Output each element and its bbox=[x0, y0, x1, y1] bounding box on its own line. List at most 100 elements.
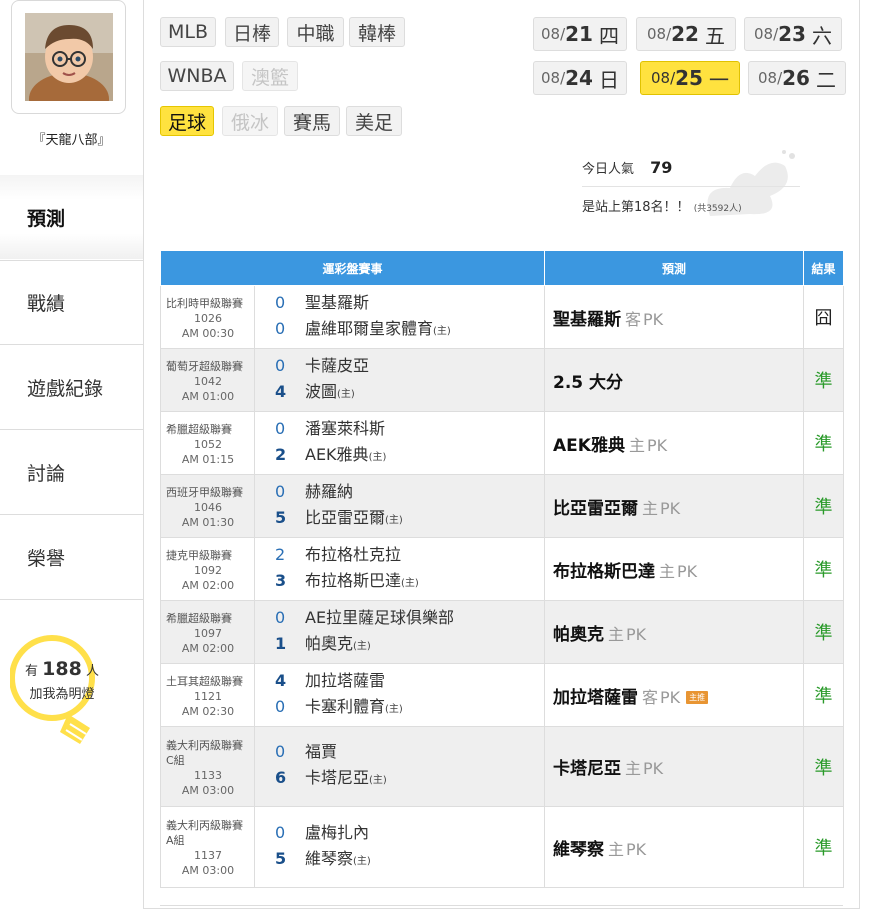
teams-cell: 0 赫羅納 5 比亞雷亞爾(主) bbox=[253, 474, 546, 538]
match-code: 1097 bbox=[194, 626, 222, 640]
home-mark: (主) bbox=[353, 855, 371, 867]
home-team[interactable]: AEK雅典 bbox=[305, 445, 369, 464]
date-tab[interactable]: 08/24 日 bbox=[533, 61, 627, 95]
nav-discussion[interactable]: 討論 bbox=[0, 431, 143, 515]
main-panel: MLB 日棒 中職 韓棒 WNBA 澳籃 足球 俄冰 賽馬 美足 08/21 四 … bbox=[143, 0, 860, 909]
date-tab[interactable]: 08/21 四 bbox=[533, 17, 627, 51]
home-team[interactable]: 比亞雷亞爾 bbox=[305, 508, 385, 527]
prediction-pick: 2.5 大分 bbox=[553, 372, 624, 393]
away-team[interactable]: 福賈 bbox=[305, 742, 337, 761]
result-cell: 準 bbox=[803, 600, 845, 664]
sport-tab-nfl[interactable]: 美足 bbox=[346, 106, 402, 136]
match-time: AM 01:00 bbox=[181, 389, 235, 403]
date-day: 23 bbox=[778, 22, 806, 46]
date-tab[interactable]: 08/23 六 bbox=[744, 17, 842, 51]
prediction-cell: 聖基羅斯客 PK bbox=[544, 285, 805, 349]
home-team[interactable]: 卡塔尼亞 bbox=[305, 768, 369, 787]
table-row[interactable]: 義大利丙級聯賽 A組 1137 AM 03:00 0 盧梅扎內 5 維琴察(主) 維琴察主 PK… bbox=[160, 806, 845, 888]
match-time: AM 02:00 bbox=[181, 578, 235, 592]
lamp-count-value: 188 bbox=[42, 658, 82, 680]
away-score: 2 bbox=[275, 544, 286, 564]
prediction-cell: AEK雅典主 PK bbox=[544, 411, 805, 475]
prediction-side: 客 bbox=[642, 687, 659, 707]
result-cell: 準 bbox=[803, 726, 845, 807]
prediction-side: 主 bbox=[608, 839, 625, 859]
date-tab[interactable]: 08/26 二 bbox=[748, 61, 846, 95]
result-cell: 準 bbox=[803, 411, 845, 475]
home-team[interactable]: 盧維耶爾皇家體育 bbox=[305, 319, 433, 338]
table-row[interactable]: 西班牙甲級聯賽 1046 AM 01:30 0 赫羅納 5 比亞雷亞爾(主) 比亞雷亞爾主 PK… bbox=[160, 474, 845, 538]
away-team[interactable]: 卡薩皮亞 bbox=[305, 356, 369, 375]
prediction-side: 主 bbox=[628, 435, 645, 455]
sport-tab-horse[interactable]: 賽馬 bbox=[284, 106, 340, 136]
home-team[interactable]: 卡塞利體育 bbox=[305, 697, 385, 716]
lamp-follow-button[interactable]: 有 188 人 加我為明燈 bbox=[9, 632, 105, 752]
rank-text: 是站上第18名！！ bbox=[582, 200, 690, 215]
sport-tab-khl: 俄冰 bbox=[222, 106, 278, 136]
teams-cell: 0 潘塞萊科斯 2 AEK雅典(主) bbox=[253, 411, 546, 475]
result-cell: 準 bbox=[803, 474, 845, 538]
nav-prediction[interactable]: 預測 bbox=[0, 175, 143, 259]
table-row[interactable]: 希臘超級聯賽 1097 AM 02:00 0 AE拉里薩足球俱樂部 1 帕奧克(主) 帕奧克主… bbox=[160, 600, 845, 664]
home-score: 0 bbox=[275, 696, 286, 716]
nav-game-history[interactable]: 遊戲紀錄 bbox=[0, 346, 143, 430]
home-line: 5 維琴察(主) bbox=[275, 846, 540, 875]
sport-tab-kbo[interactable]: 韓棒 bbox=[349, 17, 405, 47]
away-team[interactable]: 聖基羅斯 bbox=[305, 293, 369, 312]
away-score: 0 bbox=[275, 292, 286, 312]
away-team[interactable]: 潘塞萊科斯 bbox=[305, 419, 385, 438]
match-time: AM 01:15 bbox=[181, 452, 235, 466]
table-row[interactable]: 捷克甲級聯賽 1092 AM 02:00 2 布拉格杜克拉 3 布拉格斯巴達(主) 布拉格斯巴… bbox=[160, 537, 845, 601]
league-name: 義大利丙級聯賽 A組 bbox=[166, 819, 243, 847]
home-team[interactable]: 布拉格斯巴達 bbox=[305, 571, 401, 590]
home-mark: (主) bbox=[337, 388, 355, 400]
home-mark: (主) bbox=[401, 577, 419, 589]
rank-row: 是站上第18名！！ (共3592人) bbox=[582, 196, 742, 215]
table-row[interactable]: 葡萄牙超級聯賽 1042 AM 01:00 0 卡薩皮亞 4 波圖(主) 2.5 大分 準 bbox=[160, 348, 845, 412]
home-team[interactable]: 波圖 bbox=[305, 382, 337, 401]
avatar-image bbox=[25, 13, 113, 101]
prediction-side: 主 bbox=[659, 561, 676, 581]
sport-tab-cpbl[interactable]: 中職 bbox=[287, 17, 344, 47]
prediction-pick: 比亞雷亞爾 bbox=[553, 498, 639, 519]
match-code: 1026 bbox=[194, 311, 222, 325]
table-row[interactable]: 比利時甲級聯賽 1026 AM 00:30 0 聖基羅斯 0 盧維耶爾皇家體育(主) 聖基羅斯… bbox=[160, 285, 845, 349]
prediction-cell: 維琴察主 PK bbox=[544, 806, 805, 888]
home-score: 5 bbox=[275, 507, 287, 527]
lamp-suffix: 人 bbox=[85, 664, 99, 679]
match-code: 1052 bbox=[194, 437, 222, 451]
match-info: 土耳其超級聯賽 1121 AM 02:30 bbox=[160, 663, 255, 727]
table-row[interactable]: 義大利丙級聯賽 C組 1133 AM 03:00 0 福賈 6 卡塔尼亞(主) 卡塔尼亞主 PK… bbox=[160, 726, 845, 807]
away-line: 0 聖基羅斯 bbox=[275, 290, 540, 316]
date-tab[interactable]: 08/22 五 bbox=[636, 17, 736, 51]
away-team[interactable]: 赫羅納 bbox=[305, 482, 353, 501]
home-mark: (主) bbox=[353, 640, 371, 652]
home-team[interactable]: 帕奧克 bbox=[305, 634, 353, 653]
sport-tab-mlb[interactable]: MLB bbox=[160, 17, 216, 47]
prediction-pick: AEK雅典 bbox=[553, 435, 625, 456]
away-team[interactable]: 盧梅扎內 bbox=[305, 823, 369, 842]
date-day: 25 bbox=[675, 66, 703, 90]
date-day: 24 bbox=[565, 66, 593, 90]
date-tab-selected[interactable]: 08/25 一 bbox=[640, 61, 740, 95]
teams-cell: 0 AE拉里薩足球俱樂部 1 帕奧克(主) bbox=[253, 600, 546, 664]
away-line: 0 潘塞萊科斯 bbox=[275, 416, 540, 442]
away-team[interactable]: AE拉里薩足球俱樂部 bbox=[305, 608, 454, 627]
nav-honor[interactable]: 榮譽 bbox=[0, 516, 143, 600]
away-team[interactable]: 加拉塔薩雷 bbox=[305, 671, 385, 690]
table-row[interactable]: 土耳其超級聯賽 1121 AM 02:30 4 加拉塔薩雷 0 卡塞利體育(主) 加拉塔薩雷客… bbox=[160, 663, 845, 727]
prediction-cell: 布拉格斯巴達主 PK bbox=[544, 537, 805, 601]
sidebar: 『天龍八部』 預測 戰績 遊戲紀錄 討論 榮譽 有 188 人 加我為明燈 bbox=[0, 0, 143, 909]
teams-cell: 0 福賈 6 卡塔尼亞(主) bbox=[253, 726, 546, 807]
away-team[interactable]: 布拉格杜克拉 bbox=[305, 545, 401, 564]
home-team[interactable]: 維琴察 bbox=[305, 849, 353, 868]
sport-tab-npb[interactable]: 日棒 bbox=[225, 17, 279, 47]
date-day: 26 bbox=[782, 66, 810, 90]
match-time: AM 03:00 bbox=[181, 864, 235, 877]
table-row[interactable]: 希臘超級聯賽 1052 AM 01:15 0 潘塞萊科斯 2 AEK雅典(主) AEK雅典主 P… bbox=[160, 411, 845, 475]
sport-tab-wnba[interactable]: WNBA bbox=[160, 61, 234, 91]
nav-record[interactable]: 戰績 bbox=[0, 260, 143, 345]
avatar[interactable] bbox=[11, 0, 126, 114]
league-name: 比利時甲級聯賽 bbox=[166, 296, 243, 310]
sport-tab-soccer[interactable]: 足球 bbox=[160, 106, 214, 136]
